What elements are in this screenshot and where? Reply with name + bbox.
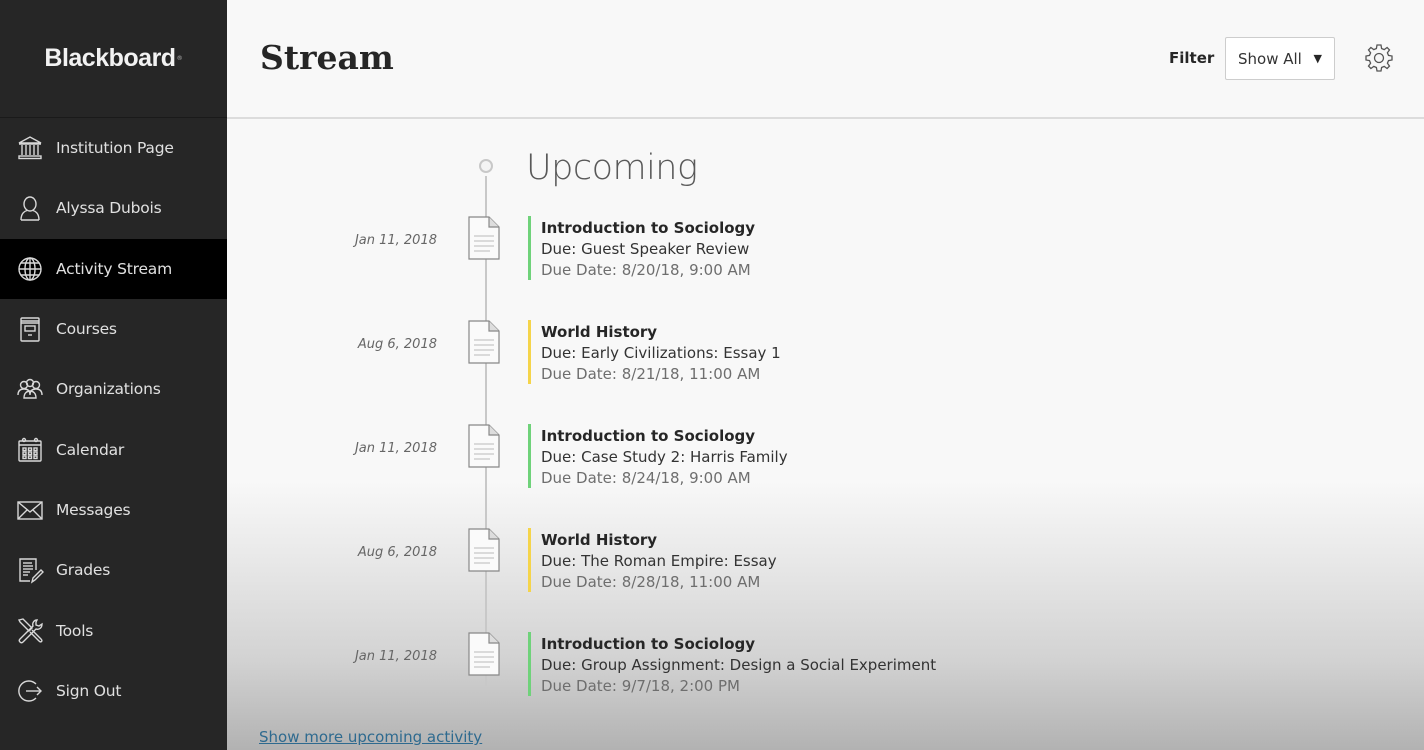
assignment-title[interactable]: Due: Case Study 2: Harris Family: [541, 448, 788, 466]
sidebar-item-label: Activity Stream: [56, 259, 172, 278]
assignment-title[interactable]: Due: Guest Speaker Review: [541, 240, 749, 258]
item-date: Aug 6, 2018: [357, 337, 437, 352]
brand-logo[interactable]: Blackboard ®: [0, 0, 227, 118]
course-color-bar: [528, 528, 531, 592]
stream-settings-button[interactable]: [1363, 42, 1395, 74]
organizations-icon: [16, 375, 44, 403]
item-date: Jan 11, 2018: [354, 441, 437, 456]
due-date: Due Date: 9/7/18, 2:00 PM: [541, 677, 740, 695]
course-color-bar: [528, 216, 531, 280]
sidebar-item-label: Grades: [56, 561, 111, 580]
sidebar-item-label: Organizations: [56, 380, 161, 399]
stream-item: Jan 11, 2018 Introduction to Sociology D…: [227, 216, 1127, 286]
stream-item: Aug 6, 2018 World History Due: Early Civ…: [227, 320, 1127, 390]
brand-name: Blackboard: [44, 44, 176, 72]
envelope-icon: [16, 496, 44, 524]
sidebar-item-label: Messages: [56, 500, 131, 519]
course-name[interactable]: Introduction to Sociology: [541, 219, 755, 237]
show-more-upcoming-link[interactable]: Show more upcoming activity: [259, 728, 482, 746]
nav-list: Institution Page Alyssa Dubois Activity …: [0, 118, 227, 721]
course-name[interactable]: Introduction to Sociology: [541, 635, 755, 653]
filter-select-value: Show All: [1238, 49, 1302, 68]
sign-out-icon: [16, 677, 44, 705]
due-date: Due Date: 8/24/18, 9:00 AM: [541, 469, 751, 487]
course-color-bar: [528, 424, 531, 488]
page-header: Stream Filter Show All ▼: [227, 0, 1424, 119]
sidebar-item-organizations[interactable]: Organizations: [0, 359, 227, 419]
sidebar-item-label: Courses: [56, 320, 117, 339]
sidebar-item-label: Calendar: [56, 440, 125, 459]
stream-item: Jan 11, 2018 Introduction to Sociology D…: [227, 632, 1127, 702]
sidebar-item-institution-page[interactable]: Institution Page: [0, 118, 227, 178]
activity-stream: Upcoming Jan 11, 2018 Introduction to So…: [227, 121, 1424, 750]
tools-icon: [16, 617, 44, 645]
course-color-bar: [528, 320, 531, 384]
item-date: Aug 6, 2018: [357, 545, 437, 560]
courses-icon: [16, 315, 44, 343]
document-icon[interactable]: [468, 632, 500, 676]
course-name[interactable]: World History: [541, 323, 657, 341]
section-title-upcoming: Upcoming: [526, 148, 698, 188]
assignment-title[interactable]: Due: The Roman Empire: Essay: [541, 552, 777, 570]
brand-mark: ®: [176, 55, 183, 62]
course-name[interactable]: World History: [541, 531, 657, 549]
stream-item: Jan 11, 2018 Introduction to Sociology D…: [227, 424, 1127, 494]
document-icon[interactable]: [468, 528, 500, 572]
grades-icon: [16, 556, 44, 584]
sidebar-item-profile[interactable]: Alyssa Dubois: [0, 178, 227, 238]
sidebar-item-calendar[interactable]: Calendar: [0, 419, 227, 479]
sidebar-item-label: Sign Out: [56, 681, 122, 700]
course-name[interactable]: Introduction to Sociology: [541, 427, 755, 445]
item-date: Jan 11, 2018: [354, 649, 437, 664]
sidebar-item-activity-stream[interactable]: Activity Stream: [0, 238, 227, 299]
sidebar-item-grades[interactable]: Grades: [0, 540, 227, 600]
document-icon[interactable]: [468, 424, 500, 468]
user-icon: [16, 194, 44, 222]
assignment-title[interactable]: Due: Group Assignment: Design a Social E…: [541, 656, 936, 674]
item-date: Jan 11, 2018: [354, 233, 437, 248]
calendar-icon: [16, 436, 44, 464]
sidebar-item-label: Tools: [56, 621, 94, 640]
document-icon[interactable]: [468, 216, 500, 260]
assignment-title[interactable]: Due: Early Civilizations: Essay 1: [541, 344, 781, 362]
due-date: Due Date: 8/20/18, 9:00 AM: [541, 261, 751, 279]
filter-label: Filter: [1169, 49, 1215, 67]
sidebar-item-label: Alyssa Dubois: [56, 199, 162, 218]
stream-item: Aug 6, 2018 World History Due: The Roman…: [227, 528, 1127, 598]
page-title: Stream: [260, 38, 394, 77]
sidebar-item-tools[interactable]: Tools: [0, 600, 227, 660]
sidebar-item-courses[interactable]: Courses: [0, 299, 227, 359]
gear-icon: [1365, 44, 1393, 72]
institution-icon: [16, 134, 44, 162]
globe-icon: [16, 255, 44, 283]
course-color-bar: [528, 632, 531, 696]
due-date: Due Date: 8/28/18, 11:00 AM: [541, 573, 761, 591]
caret-down-icon: ▼: [1313, 52, 1322, 65]
sidebar-item-label: Institution Page: [56, 139, 174, 158]
sidebar-item-sign-out[interactable]: Sign Out: [0, 661, 227, 721]
timeline-start-dot: [479, 159, 493, 173]
sidebar-item-messages[interactable]: Messages: [0, 480, 227, 540]
due-date: Due Date: 8/21/18, 11:00 AM: [541, 365, 761, 383]
filter-select[interactable]: Show All ▼: [1225, 37, 1335, 80]
document-icon[interactable]: [468, 320, 500, 364]
sidebar: Blackboard ® Institution Page Alyssa Dubo…: [0, 0, 227, 750]
